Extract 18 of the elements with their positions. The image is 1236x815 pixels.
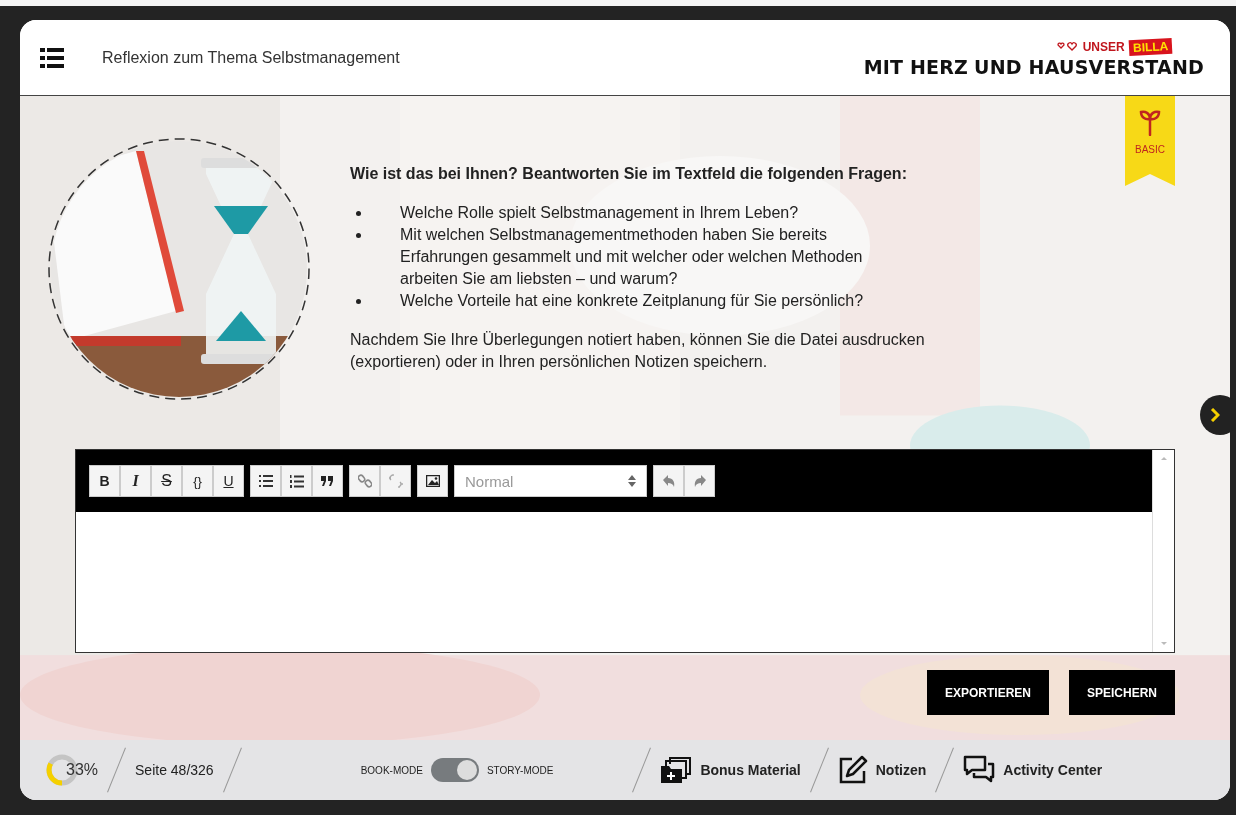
brand-logo: BILLA <box>1128 37 1173 57</box>
mode-label: STORY-MODE <box>486 764 554 776</box>
notes-link[interactable]: Notizen <box>837 755 927 785</box>
folder-stack-icon <box>660 756 693 784</box>
logo-text: UNSER <box>1082 40 1125 54</box>
mode-label: BOOK-MODE <box>360 764 423 776</box>
activity-center-link[interactable]: Activity Center <box>963 755 1103 785</box>
menu-icon <box>40 47 64 68</box>
page-title: Reflexion zum Thema Selbstmanagement <box>102 48 401 67</box>
progress-percent: 33% <box>66 761 99 779</box>
logo-tagline: MIT HERZ <box>863 56 969 78</box>
menu-button[interactable] <box>40 47 64 68</box>
pencil-square-icon <box>837 755 868 785</box>
bonus-material-link[interactable]: Bonus Material <box>660 756 801 784</box>
page-counter: Seite 48/326 <box>135 762 214 778</box>
chat-bubbles-icon <box>963 755 996 785</box>
logo-tagline: UND HAUSVERSTAND <box>974 56 1204 78</box>
mode-toggle[interactable] <box>430 758 479 782</box>
